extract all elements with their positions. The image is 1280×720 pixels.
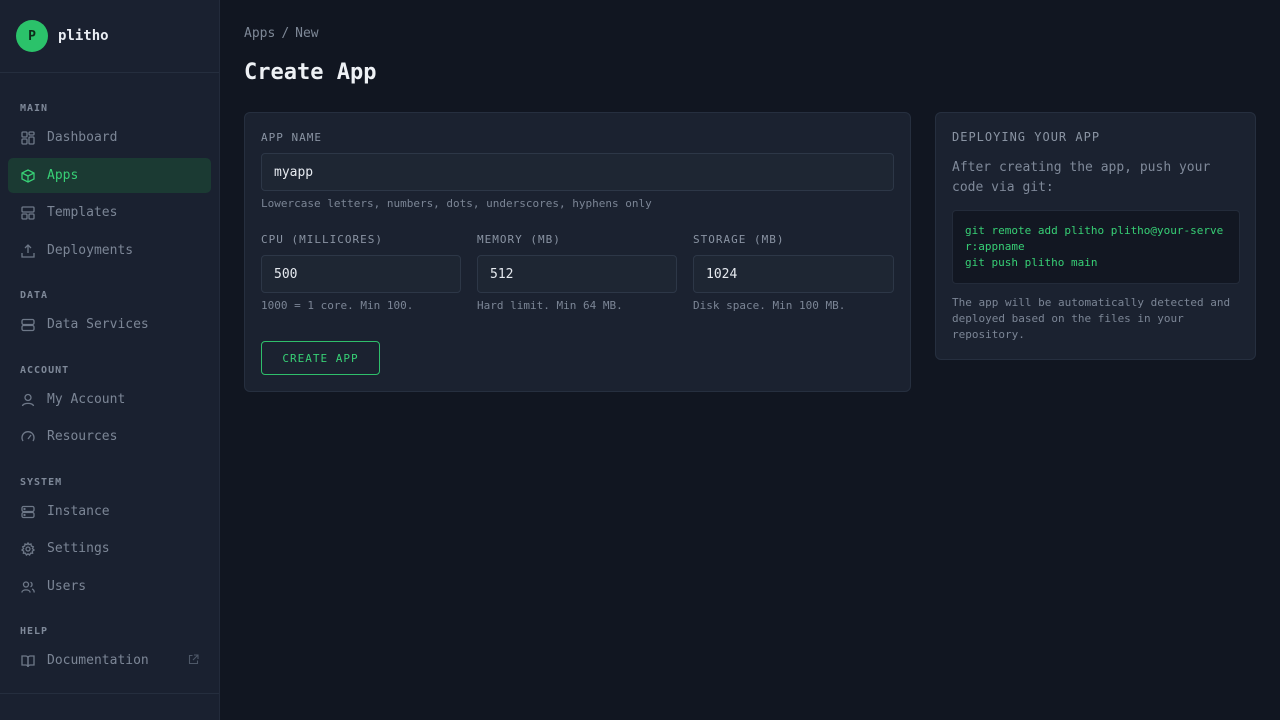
server-icon bbox=[20, 504, 36, 520]
page-title: Create App bbox=[244, 60, 377, 85]
create-app-button[interactable]: CREATE APP bbox=[261, 341, 380, 375]
sidebar-item-label: Apps bbox=[47, 168, 79, 183]
sidebar-item-settings[interactable]: Settings bbox=[8, 531, 211, 566]
upload-icon bbox=[20, 243, 36, 259]
users-icon bbox=[20, 579, 36, 595]
info-title: DEPLOYING YOUR APP bbox=[952, 130, 1101, 144]
app-name-input[interactable] bbox=[261, 153, 894, 191]
sidebar-item-label: Dashboard bbox=[47, 130, 118, 145]
memory-hint: Hard limit. Min 64 MB. bbox=[477, 299, 623, 312]
gear-icon bbox=[20, 541, 36, 557]
sidebar-item-data-services[interactable]: Data Services bbox=[8, 307, 211, 342]
code-line: git remote add plitho plitho@your-server… bbox=[965, 224, 1224, 253]
brand-logo[interactable]: P bbox=[16, 20, 48, 52]
info-description: After creating the app, push your code v… bbox=[952, 160, 1211, 195]
sidebar-item-templates[interactable]: Templates bbox=[8, 195, 211, 230]
storage-hint: Disk space. Min 100 MB. bbox=[693, 299, 846, 312]
sidebar-item-label: Templates bbox=[47, 205, 118, 220]
breadcrumb: Apps / New bbox=[244, 26, 325, 41]
app-name-label: APP NAME bbox=[261, 131, 322, 144]
sidebar-item-documentation[interactable]: Documentation bbox=[8, 643, 211, 678]
section-title-system: SYSTEM bbox=[20, 477, 63, 488]
external-link-icon bbox=[188, 654, 199, 669]
gauge-icon bbox=[20, 429, 36, 445]
memory-input[interactable] bbox=[477, 255, 677, 293]
breadcrumb-current: New bbox=[295, 26, 319, 41]
sidebar-item-label: Documentation bbox=[47, 653, 149, 668]
book-icon bbox=[20, 653, 36, 669]
memory-label: MEMORY (MB) bbox=[477, 233, 561, 246]
database-icon bbox=[20, 317, 36, 333]
section-title-help: HELP bbox=[20, 626, 49, 637]
brand: P plitho bbox=[0, 0, 219, 73]
cube-icon bbox=[20, 168, 36, 184]
section-title-data: DATA bbox=[20, 290, 49, 301]
grid-icon bbox=[20, 130, 36, 146]
storage-label: STORAGE (MB) bbox=[693, 233, 785, 246]
sidebar-item-apps[interactable]: Apps bbox=[8, 158, 211, 193]
sidebar-item-label: Data Services bbox=[47, 317, 149, 332]
brand-name[interactable]: plitho bbox=[58, 28, 109, 44]
user-icon bbox=[20, 392, 36, 408]
breadcrumb-separator: / bbox=[281, 26, 290, 41]
sidebar-item-my-account[interactable]: My Account bbox=[8, 382, 211, 417]
sidebar-item-label: Resources bbox=[47, 429, 118, 444]
sidebar-item-users[interactable]: Users bbox=[8, 569, 211, 604]
code-line: git push plitho main bbox=[965, 256, 1098, 269]
cpu-hint: 1000 = 1 core. Min 100. bbox=[261, 299, 414, 312]
cpu-label: CPU (MILLICORES) bbox=[261, 233, 383, 246]
git-code-block[interactable]: git remote add plitho plitho@your-server… bbox=[952, 210, 1240, 284]
sidebar-item-label: My Account bbox=[47, 392, 126, 407]
section-title-account: ACCOUNT bbox=[20, 365, 70, 376]
sidebar-item-instance[interactable]: Instance bbox=[8, 494, 211, 529]
sidebar-item-dashboard[interactable]: Dashboard bbox=[8, 120, 211, 155]
sidebar-item-label: Instance bbox=[47, 504, 110, 519]
storage-input[interactable] bbox=[693, 255, 894, 293]
app-name-hint: Lowercase letters, numbers, dots, unders… bbox=[261, 197, 652, 210]
breadcrumb-parent[interactable]: Apps bbox=[244, 26, 275, 41]
sidebar-item-deployments[interactable]: Deployments bbox=[8, 233, 211, 268]
info-note: The app will be automatically detected a… bbox=[952, 296, 1231, 341]
create-app-form: APP NAME Lowercase letters, numbers, dot… bbox=[244, 112, 911, 392]
layout-icon bbox=[20, 205, 36, 221]
sidebar-item-resources[interactable]: Resources bbox=[8, 419, 211, 454]
sidebar: P plitho MAIN Dashboard Apps Templates D… bbox=[0, 0, 220, 720]
sidebar-divider bbox=[0, 693, 219, 694]
deploy-info-card: DEPLOYING YOUR APP After creating the ap… bbox=[935, 112, 1256, 360]
cpu-input[interactable] bbox=[261, 255, 461, 293]
sidebar-item-label: Settings bbox=[47, 541, 110, 556]
sidebar-item-label: Users bbox=[47, 579, 87, 594]
section-title-main: MAIN bbox=[20, 103, 49, 114]
sidebar-item-label: Deployments bbox=[47, 243, 134, 258]
